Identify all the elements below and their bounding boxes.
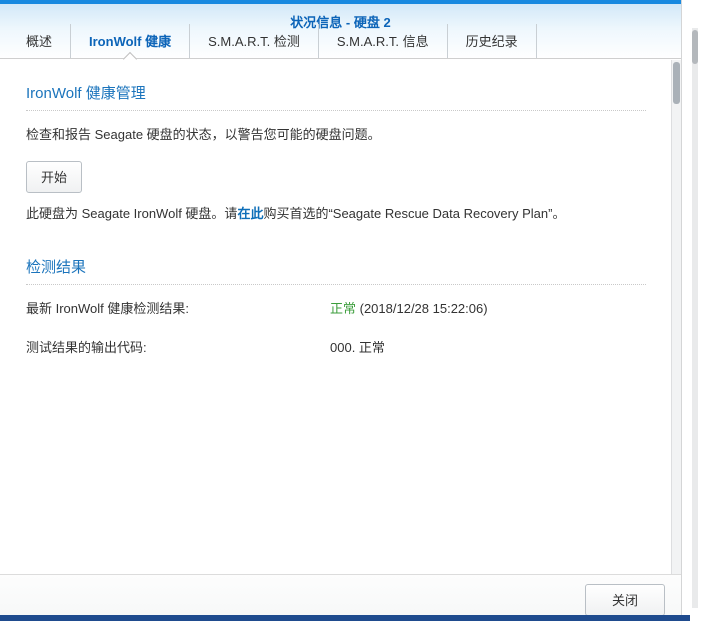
output-code-label: 测试结果的输出代码: [26, 337, 330, 356]
dialog-footer: 关闭 [0, 574, 681, 615]
test-results-heading: 检测结果 [26, 256, 646, 285]
buy-here-link[interactable]: 在此 [237, 206, 263, 221]
tab-bar: 概述 IronWolf 健康 S.M.A.R.T. 检测 S.M.A.R.T. … [0, 24, 681, 59]
dialog-scrollbar-thumb[interactable] [673, 62, 680, 104]
start-button[interactable]: 开始 [26, 161, 82, 193]
tab-smart-test[interactable]: S.M.A.R.T. 检测 [190, 24, 319, 58]
health-management-description: 检查和报告 Seagate 硬盘的状态，以警告您可能的硬盘问题。 [26, 126, 646, 145]
dialog-bottom-border [0, 615, 690, 621]
tab-smart-info[interactable]: S.M.A.R.T. 信息 [319, 24, 448, 58]
status-ok-text: 正常 [330, 301, 356, 316]
promo-text-after: 购买首选的“Seagate Rescue Data Recovery Plan”… [263, 206, 565, 221]
disk-status-dialog: 状况信息 - 硬盘 2 概述 IronWolf 健康 S.M.A.R.T. 检测… [0, 0, 682, 621]
page-scrollbar[interactable] [692, 28, 698, 608]
tab-history[interactable]: 历史纪录 [448, 24, 537, 58]
result-row-output-code: 测试结果的输出代码: 000. 正常 [26, 337, 646, 356]
latest-result-value: 正常 (2018/12/28 15:22:06) [330, 298, 488, 317]
dialog-scrollbar[interactable] [671, 60, 681, 574]
tab-overview[interactable]: 概述 [8, 24, 71, 58]
result-row-latest-test: 最新 IronWolf 健康检测结果: 正常 (2018/12/28 15:22… [26, 298, 646, 317]
screen: 状况信息 - 硬盘 2 概述 IronWolf 健康 S.M.A.R.T. 检测… [0, 0, 701, 622]
output-code-value: 000. 正常 [330, 337, 385, 356]
health-management-heading: IronWolf 健康管理 [26, 82, 646, 111]
page-scrollbar-thumb[interactable] [692, 30, 698, 64]
close-button[interactable]: 关闭 [585, 584, 665, 616]
tab-ironwolf-health[interactable]: IronWolf 健康 [71, 24, 190, 58]
latest-result-label: 最新 IronWolf 健康检测结果: [26, 298, 330, 317]
rescue-plan-promo: 此硬盘为 Seagate IronWolf 硬盘。请在此购买首选的“Seagat… [26, 205, 646, 224]
promo-text-before: 此硬盘为 Seagate IronWolf 硬盘。请 [26, 206, 237, 221]
tab-content-ironwolf-health: IronWolf 健康管理 检查和报告 Seagate 硬盘的状态，以警告您可能… [0, 60, 672, 574]
status-timestamp: (2018/12/28 15:22:06) [356, 301, 488, 316]
dialog-header: 状况信息 - 硬盘 2 概述 IronWolf 健康 S.M.A.R.T. 检测… [0, 4, 681, 59]
